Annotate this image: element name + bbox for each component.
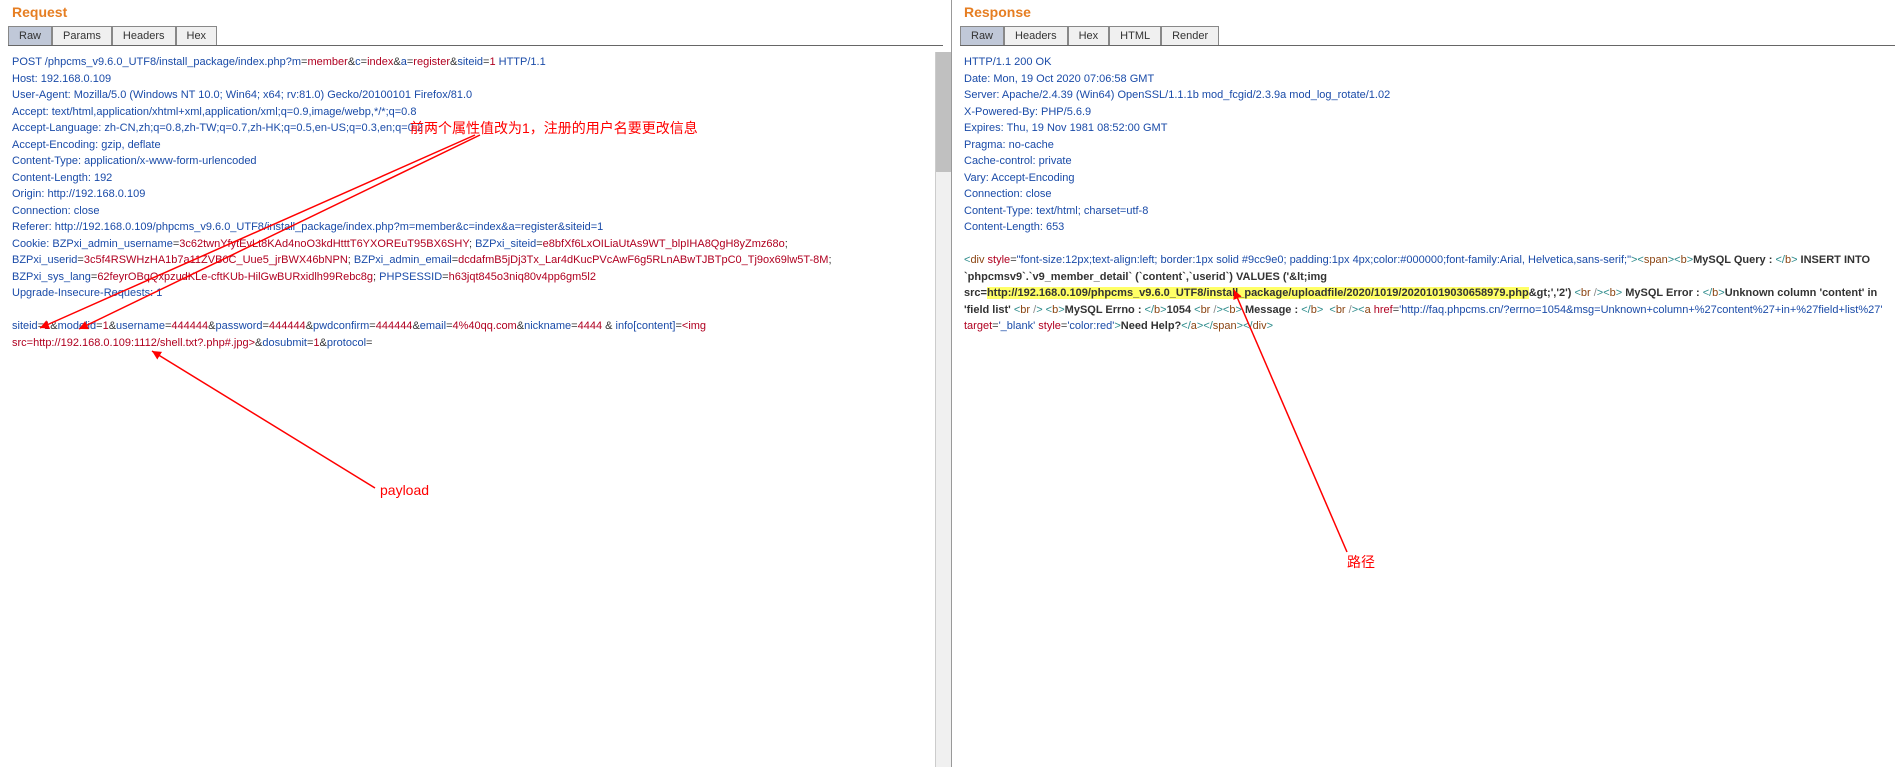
request-title: Request <box>8 4 943 20</box>
req-line1: POST /phpcms_v9.6.0_UTF8/install_package… <box>12 54 939 71</box>
response-title: Response <box>960 4 1895 20</box>
tab-render-resp[interactable]: Render <box>1161 26 1219 45</box>
request-scrollbar[interactable] <box>935 52 951 767</box>
resp-body: <div style="font-size:12px;text-align:le… <box>964 252 1891 335</box>
resp-h11: Content-Length: 653 <box>964 219 1891 236</box>
resp-h3: Server: Apache/2.4.39 (Win64) OpenSSL/1.… <box>964 87 1891 104</box>
req-accept: Accept: text/html,application/xhtml+xml,… <box>12 104 939 121</box>
req-conn: Connection: close <box>12 203 939 220</box>
req-body: siteid=1&modelid=1&username=444444&passw… <box>12 318 939 351</box>
response-tabs: Raw Headers Hex HTML Render <box>960 26 1895 46</box>
req-ctype: Content-Type: application/x-www-form-url… <box>12 153 939 170</box>
req-enc: Accept-Encoding: gzip, deflate <box>12 137 939 154</box>
resp-h1: HTTP/1.1 200 OK <box>964 54 1891 71</box>
resp-h7: Cache-control: private <box>964 153 1891 170</box>
response-content[interactable]: HTTP/1.1 200 OK Date: Mon, 19 Oct 2020 0… <box>960 52 1895 337</box>
tab-params[interactable]: Params <box>52 26 112 45</box>
req-origin: Origin: http://192.168.0.109 <box>12 186 939 203</box>
request-tabs: Raw Params Headers Hex <box>8 26 943 46</box>
req-cookie: Cookie: BZPxi_admin_username=3c62twnYfyt… <box>12 236 939 286</box>
resp-h4: X-Powered-By: PHP/5.6.9 <box>964 104 1891 121</box>
req-clen: Content-Length: 192 <box>12 170 939 187</box>
req-ua: User-Agent: Mozilla/5.0 (Windows NT 10.0… <box>12 87 939 104</box>
tab-raw-resp[interactable]: Raw <box>960 26 1004 45</box>
resp-h9: Connection: close <box>964 186 1891 203</box>
resp-h10: Content-Type: text/html; charset=utf-8 <box>964 203 1891 220</box>
response-panel: Response Raw Headers Hex HTML Render HTT… <box>952 0 1903 767</box>
resp-h6: Pragma: no-cache <box>964 137 1891 154</box>
response-highlight: http://192.168.0.109/phpcms_v9.6.0_UTF8/… <box>987 287 1529 299</box>
request-content[interactable]: POST /phpcms_v9.6.0_UTF8/install_package… <box>8 52 943 353</box>
req-upgrade: Upgrade-Insecure-Requests: 1 <box>12 285 939 302</box>
tab-headers[interactable]: Headers <box>112 26 176 45</box>
resp-h5: Expires: Thu, 19 Nov 1981 08:52:00 GMT <box>964 120 1891 137</box>
tab-html-resp[interactable]: HTML <box>1109 26 1161 45</box>
annotation-path: 路径 <box>1347 552 1375 572</box>
tab-hex-resp[interactable]: Hex <box>1068 26 1110 45</box>
req-host: Host: 192.168.0.109 <box>12 71 939 88</box>
tab-headers-resp[interactable]: Headers <box>1004 26 1068 45</box>
resp-h8: Vary: Accept-Encoding <box>964 170 1891 187</box>
annotation-payload: payload <box>380 482 429 498</box>
req-lang: Accept-Language: zh-CN,zh;q=0.8,zh-TW;q=… <box>12 120 939 137</box>
resp-h2: Date: Mon, 19 Oct 2020 07:06:58 GMT <box>964 71 1891 88</box>
req-referer: Referer: http://192.168.0.109/phpcms_v9.… <box>12 219 939 236</box>
tab-raw[interactable]: Raw <box>8 26 52 45</box>
tab-hex[interactable]: Hex <box>176 26 218 45</box>
request-panel: Request Raw Params Headers Hex POST /php… <box>0 0 952 767</box>
